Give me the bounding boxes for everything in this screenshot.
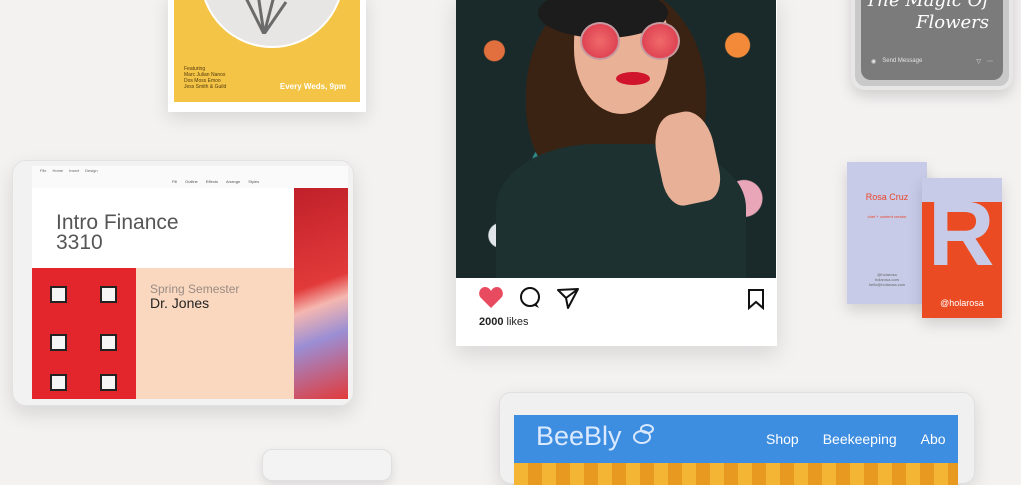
photo-lips (616, 72, 650, 85)
laptop-website-mockup[interactable]: BeeBly Shop Beekeeping Abo (499, 392, 975, 485)
poster-schedule: Every Weds, 9pm (279, 82, 346, 91)
window (100, 286, 117, 303)
red-building-image (32, 268, 136, 399)
professor-name: Dr. Jones (150, 295, 210, 311)
poster-artwork: Featuring Marc Julian Nanos Dos Moss Emo… (174, 0, 360, 102)
site-logo[interactable]: BeeBly (536, 421, 657, 452)
partial-device-mockup (262, 449, 392, 481)
ribbon-tab[interactable]: File (40, 168, 46, 173)
event-poster-card[interactable]: Featuring Marc Julian Nanos Dos Moss Emo… (168, 0, 366, 112)
heart-icon[interactable] (478, 286, 504, 310)
camera-icon[interactable]: ◉ (871, 58, 876, 65)
more-icon[interactable]: ⋯ (987, 58, 993, 65)
business-card-back[interactable]: R @holarosa (922, 178, 1002, 318)
app-ribbon: File Home Insert Design Fill Outline Eff… (32, 166, 348, 189)
poster-details: Featuring Marc Julian Nanos Dos Moss Emo… (184, 66, 227, 90)
slide-thumbnail-panel[interactable] (294, 188, 348, 399)
window (50, 286, 67, 303)
send-icon[interactable]: ▽ (976, 58, 981, 65)
instagram-post-card[interactable]: 2000 likes (456, 0, 777, 346)
slide-info-panel: Spring Semester Dr. Jones (136, 268, 294, 399)
bookmark-icon[interactable] (747, 288, 765, 310)
honeycomb-banner (514, 463, 958, 485)
message-input[interactable]: Send Message (882, 58, 970, 64)
card-monogram: R (928, 183, 995, 285)
ribbon-tool[interactable]: Outline (185, 179, 198, 184)
business-card-front[interactable]: Rosa Cruz chef + content creator @holaro… (847, 162, 927, 304)
message-bar[interactable]: ◉ Send Message ▽ ⋯ (871, 54, 993, 68)
ribbon-tab[interactable]: Insert (69, 168, 79, 173)
palm-leaf-icon (245, 0, 288, 34)
nav-about[interactable]: Abo (921, 431, 946, 447)
phone-screen: The Magic Of Flowers ◉ Send Message ▽ ⋯ (861, 0, 1003, 80)
post-photo[interactable] (456, 0, 776, 278)
tablet-screen: File Home Insert Design Fill Outline Eff… (32, 166, 348, 399)
ribbon-tool[interactable]: Effects (206, 179, 218, 184)
photo-sunglasses-right (640, 22, 680, 60)
photo-sunglasses-left (580, 22, 620, 60)
post-actions (478, 286, 580, 310)
likes-label: likes (506, 316, 529, 328)
story-title: The Magic Of Flowers (865, 0, 989, 33)
bee-icon (633, 424, 655, 444)
ribbon-tool[interactable]: Styles (248, 179, 259, 184)
tablet-presentation-mockup[interactable]: File Home Insert Design Fill Outline Eff… (12, 160, 354, 406)
window (50, 334, 67, 351)
card-handle: @holarosa (940, 298, 984, 308)
window (100, 334, 117, 351)
site-logo-text: BeeBly (536, 421, 622, 451)
ribbon-tool[interactable]: Arrange (226, 179, 240, 184)
nav-shop[interactable]: Shop (766, 431, 799, 447)
window (50, 374, 67, 391)
share-icon[interactable] (556, 286, 580, 310)
slide-canvas[interactable]: Intro Finance 3310 Spring Semester Dr. J… (32, 188, 294, 399)
semester-label: Spring Semester (150, 282, 240, 296)
likes-count: 2000 likes (479, 316, 529, 328)
slide-title: Intro Finance 3310 (56, 211, 179, 254)
card-contact: @holarosa holarosa.com hello@holarosa.co… (868, 272, 906, 287)
ribbon-tabs: File Home Insert Design (40, 168, 98, 173)
window (100, 374, 117, 391)
site-nav: Shop Beekeeping Abo (766, 431, 946, 447)
ribbon-tab[interactable]: Home (52, 168, 63, 173)
ribbon-tab[interactable]: Design (85, 168, 97, 173)
ribbon-tool[interactable]: Fill (172, 179, 177, 184)
ribbon-tools: Fill Outline Effects Arrange Styles (172, 179, 259, 184)
card-role: chef + content creator (867, 214, 907, 219)
website-screen: BeeBly Shop Beekeeping Abo (514, 415, 958, 485)
nav-beekeeping[interactable]: Beekeeping (823, 431, 897, 447)
comment-icon[interactable] (518, 286, 542, 310)
likes-number: 2000 (479, 316, 504, 328)
phone-story-mockup[interactable]: The Magic Of Flowers ◉ Send Message ▽ ⋯ (851, 0, 1013, 90)
card-name: Rosa Cruz (865, 192, 909, 202)
